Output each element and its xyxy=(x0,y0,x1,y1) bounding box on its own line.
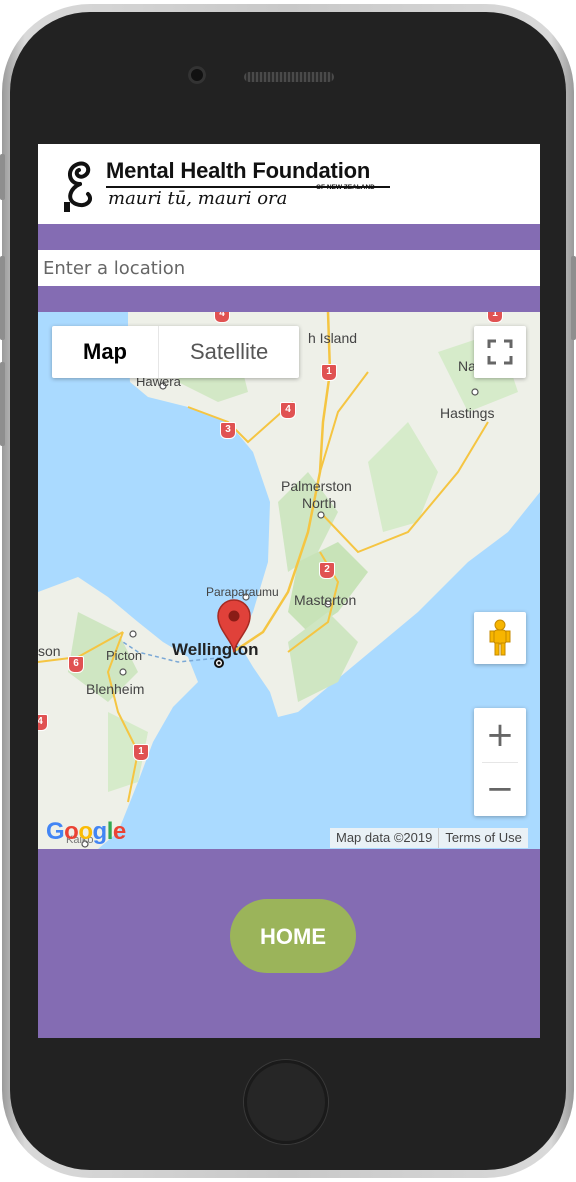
google-logo[interactable]: Google xyxy=(46,818,126,846)
map-base-layer xyxy=(38,312,540,849)
street-view-button[interactable] xyxy=(474,612,526,664)
label-north-island: h Island xyxy=(308,330,358,346)
picton-dot xyxy=(129,630,137,638)
screen: Mental Health Foundation mauri tū, mauri… xyxy=(38,144,540,1038)
label-palmerston-1: Palmerston xyxy=(281,478,352,494)
home-button[interactable]: HOME xyxy=(230,899,356,973)
logo-title: Mental Health Foundation xyxy=(106,158,371,183)
zoom-divider xyxy=(482,762,518,763)
label-blenheim: Blenheim xyxy=(86,681,145,697)
earpiece-speaker xyxy=(244,72,334,82)
terms-of-use-link[interactable]: Terms of Use xyxy=(438,828,528,848)
pegman-icon xyxy=(489,619,511,656)
site-header: Mental Health Foundation mauri tū, mauri… xyxy=(38,144,540,224)
map-marker-icon[interactable] xyxy=(216,598,252,654)
logo-country: OF NEW ZEALAND xyxy=(316,184,375,191)
mute-switch xyxy=(0,154,5,200)
home-hardware-button[interactable] xyxy=(244,1060,328,1144)
route-shield: 4 xyxy=(214,312,230,323)
route-shield: 1 xyxy=(321,364,337,381)
map-data-attribution: Map data ©2019 xyxy=(336,830,433,845)
logo-subtitle: mauri tū, mauri ora xyxy=(108,188,288,209)
route-shield: 2 xyxy=(319,562,335,579)
blenheim-dot xyxy=(119,668,127,676)
power-button xyxy=(571,256,576,340)
route-shield: 4 xyxy=(280,402,296,419)
hastings-dot xyxy=(471,388,479,396)
label-paraparaumu: Paraparaumu xyxy=(206,585,279,599)
route-shield: 6 xyxy=(68,656,84,673)
front-camera xyxy=(188,66,206,84)
label-nelson: son xyxy=(38,643,61,659)
map-type-satellite-button[interactable]: Satellite xyxy=(158,326,299,378)
map-type-map-button[interactable]: Map xyxy=(52,326,158,378)
zoom-out-button[interactable]: − xyxy=(474,762,526,816)
wellington-dot-center xyxy=(217,661,221,665)
location-search-input[interactable] xyxy=(38,250,540,286)
volume-down-button xyxy=(0,362,5,446)
label-masterton: Masterton xyxy=(294,592,357,608)
label-picton: Picton xyxy=(106,648,143,663)
google-map[interactable]: h Island Hawera Na Hastings Palmerston N… xyxy=(38,312,540,849)
route-shield: 3 xyxy=(220,422,236,439)
route-shield: 1 xyxy=(487,312,503,323)
map-attribution-bar: Map data ©2019 Terms of Use xyxy=(330,828,528,848)
route-shield: 4 xyxy=(38,714,48,731)
zoom-in-button[interactable]: + xyxy=(474,708,526,762)
label-palmerston-2: North xyxy=(302,495,337,511)
route-shield: 1 xyxy=(133,744,149,761)
palmerston-dot xyxy=(317,511,325,519)
logo-mark-icon xyxy=(64,161,93,212)
fullscreen-button[interactable] xyxy=(474,326,526,378)
label-hastings: Hastings xyxy=(440,405,495,421)
volume-up-button xyxy=(0,256,5,340)
map-type-control: Map Satellite xyxy=(52,326,300,378)
fullscreen-icon xyxy=(487,339,513,365)
zoom-control: + − xyxy=(474,708,526,816)
